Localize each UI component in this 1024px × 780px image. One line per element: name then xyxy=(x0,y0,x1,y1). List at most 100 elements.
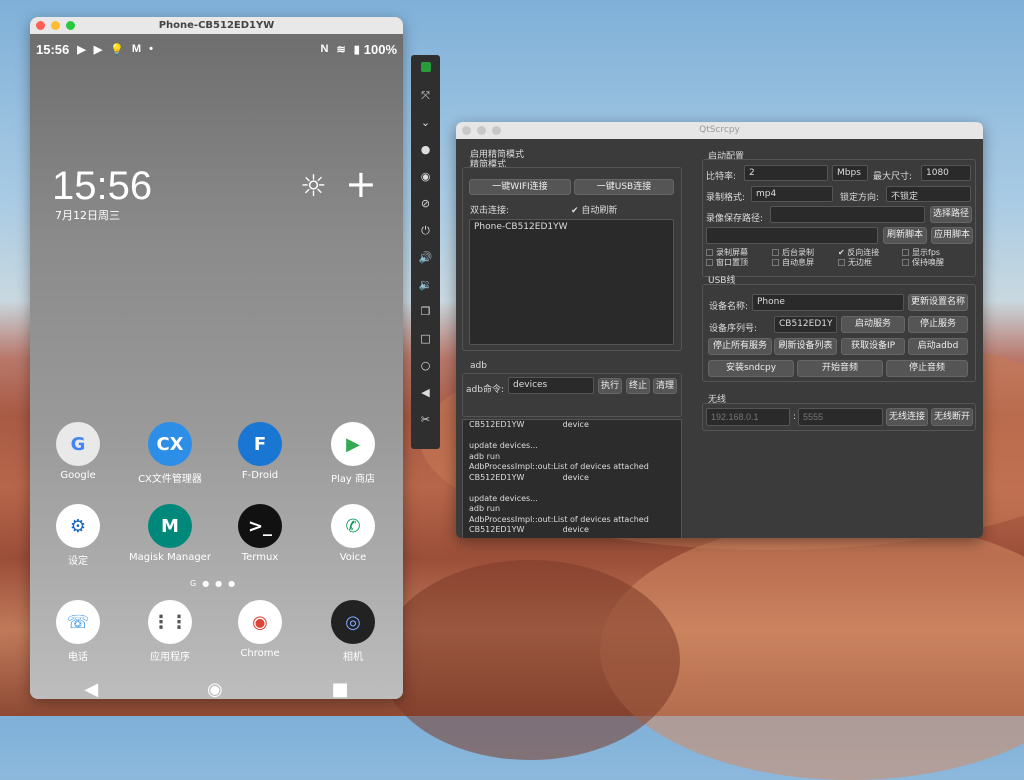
collapse-icon[interactable]: ⌄ xyxy=(411,109,440,136)
adb-cmd-label: adb命令: xyxy=(466,385,504,395)
volume-down-icon[interactable]: 🔉 xyxy=(411,271,440,298)
minimize-button[interactable] xyxy=(477,126,486,135)
copy-icon[interactable]: ❐ xyxy=(411,298,440,325)
app-icon-0[interactable]: G Google xyxy=(36,422,120,481)
app-label: Termux xyxy=(241,552,279,563)
lock-direction-select[interactable]: 不锁定 xyxy=(886,186,971,202)
app-icon-1[interactable]: CX CX文件管理器 xyxy=(128,422,212,485)
update-name-button[interactable]: 更新设置名称 xyxy=(908,294,968,311)
stop-audio-button[interactable]: 停止音频 xyxy=(886,360,968,377)
eye-icon[interactable]: ◉ xyxy=(411,163,440,190)
adb-log-output[interactable]: CB512ED1YW device update devices... adb … xyxy=(462,419,682,538)
auto-refresh-checkbox[interactable]: ✔ 自动刷新 xyxy=(571,203,617,216)
device-list[interactable]: Phone-CB512ED1YW xyxy=(469,219,674,345)
recents-icon[interactable]: ■ xyxy=(332,679,349,699)
ip-input[interactable] xyxy=(706,408,790,426)
window-on-top-checkbox[interactable]: 窗口置顶 xyxy=(706,257,748,268)
app-icon-3[interactable]: ▶ Play 商店 xyxy=(311,422,395,485)
app-icon-5[interactable]: M Magisk Manager xyxy=(128,504,212,563)
minimize-button[interactable] xyxy=(51,21,60,30)
bitrate-input[interactable]: 2 xyxy=(744,165,828,181)
qtscrcpy-window[interactable]: QtScrcpy 启用精简模式 精简模式 一键WIFI连接 一键USB连接 双击… xyxy=(456,122,983,538)
app-icon-6[interactable]: >_ Termux xyxy=(218,504,302,563)
wireless-connect-button[interactable]: 无线连接 xyxy=(886,408,928,426)
app-glyph-icon: ◎ xyxy=(331,600,375,644)
clear-button[interactable]: 清理 xyxy=(653,378,677,394)
eye-off-icon[interactable]: ⊘ xyxy=(411,190,440,217)
device-name-input[interactable]: Phone xyxy=(752,294,904,311)
check-icon: ✔ xyxy=(838,248,845,257)
app-icon-4[interactable]: ⚙ 设定 xyxy=(36,504,120,567)
record-icon[interactable]: ● xyxy=(411,136,440,163)
stop-button[interactable]: 终止 xyxy=(626,378,650,394)
double-click-label: 双击连接: xyxy=(470,206,510,216)
volume-up-icon[interactable]: 🔊 xyxy=(411,244,440,271)
phone-title-bar[interactable]: Phone-CB512ED1YW xyxy=(30,17,403,34)
app-glyph-icon: ◉ xyxy=(238,600,282,644)
app-label: 相机 xyxy=(343,652,363,663)
app-icon-7[interactable]: ✆ Voice xyxy=(311,504,395,563)
circle-icon[interactable]: ○ xyxy=(411,352,440,379)
app-label: 电话 xyxy=(68,652,88,663)
phone-screen[interactable]: 15:56 ▶ ▶ 💡 M • N ≋ ▮ 100% 15:56 7月12日周三… xyxy=(30,34,403,699)
fullscreen-icon[interactable]: ⤧ xyxy=(411,82,440,109)
install-sndcpy-button[interactable]: 安装sndcpy xyxy=(708,360,794,377)
script-select[interactable] xyxy=(706,227,878,244)
back-icon[interactable]: ◀ xyxy=(84,679,98,699)
bitrate-unit-select[interactable]: Mbps xyxy=(832,165,868,181)
app-icon-10[interactable]: ◉ Chrome xyxy=(218,600,302,659)
back-arrow-icon[interactable]: ◀ xyxy=(411,379,440,406)
record-format-select[interactable]: mp4 xyxy=(751,186,833,202)
select-path-button[interactable]: 选择路径 xyxy=(930,206,972,223)
app-icon-11[interactable]: ◎ 相机 xyxy=(311,600,395,663)
home-icon[interactable]: ◉ xyxy=(207,679,223,699)
keep-awake-checkbox[interactable]: 保持唤醒 xyxy=(902,257,944,268)
port-input[interactable] xyxy=(798,408,883,426)
app-icon-2[interactable]: F F-Droid xyxy=(218,422,302,481)
wireless-disconnect-button[interactable]: 无线断开 xyxy=(931,408,973,426)
refresh-script-button[interactable]: 刷新脚本 xyxy=(883,227,927,244)
app-icon-9[interactable]: ⋮⋮ 应用程序 xyxy=(128,600,212,663)
green-status-icon[interactable] xyxy=(411,55,440,82)
checkbox-label: 反向连接 xyxy=(847,248,880,257)
get-ip-button[interactable]: 获取设备IP xyxy=(841,338,905,355)
youtube-icon-2: ▶ xyxy=(93,43,103,56)
add-widget-icon[interactable]: + xyxy=(345,162,377,206)
max-size-select[interactable]: 1080 xyxy=(921,165,971,181)
check-icon: ✔ xyxy=(571,206,582,216)
refresh-devices-button[interactable]: 刷新设备列表 xyxy=(774,338,837,355)
bitrate-unit-value: Mbps xyxy=(837,168,861,178)
app-label: Magisk Manager xyxy=(129,552,211,563)
start-adbd-button[interactable]: 启动adbd xyxy=(908,338,968,355)
start-server-button[interactable]: 启动服务 xyxy=(841,316,905,333)
device-list-item[interactable]: Phone-CB512ED1YW xyxy=(474,222,568,232)
checkbox-label: 后台录制 xyxy=(782,248,814,257)
start-audio-button[interactable]: 开始音频 xyxy=(797,360,883,377)
execute-button[interactable]: 执行 xyxy=(598,378,622,394)
usb-connect-button[interactable]: 一键USB连接 xyxy=(574,179,674,195)
power-icon[interactable]: ⏻ xyxy=(411,217,440,244)
status-time: 15:56 xyxy=(36,41,70,57)
wifi-connect-button[interactable]: 一键WIFI连接 xyxy=(469,179,571,195)
apply-script-button[interactable]: 应用脚本 xyxy=(931,227,973,244)
phone-window[interactable]: Phone-CB512ED1YW 15:56 ▶ ▶ 💡 M • N ≋ ▮ 1… xyxy=(30,17,403,699)
zoom-button[interactable] xyxy=(492,126,501,135)
close-button[interactable] xyxy=(36,21,45,30)
app-glyph-icon: ✆ xyxy=(331,504,375,548)
stop-all-button[interactable]: 停止所有服务 xyxy=(708,338,772,355)
square-icon[interactable]: □ xyxy=(411,325,440,352)
frameless-checkbox[interactable]: 无边框 xyxy=(838,257,872,268)
auto-screen-off-checkbox[interactable]: 自动息屏 xyxy=(772,257,814,268)
app-label: 应用程序 xyxy=(150,652,190,663)
app-icon-8[interactable]: ☏ 电话 xyxy=(36,600,120,663)
zoom-button[interactable] xyxy=(66,21,75,30)
lock-direction-label: 锁定方向: xyxy=(840,193,880,203)
weather-sun-icon[interactable]: ☼ xyxy=(300,169,327,204)
serial-select[interactable]: CB512ED1Y xyxy=(774,316,837,333)
close-button[interactable] xyxy=(462,126,471,135)
stop-server-button[interactable]: 停止服务 xyxy=(908,316,968,333)
save-path-input[interactable] xyxy=(770,206,925,223)
adb-command-input[interactable]: devices xyxy=(508,377,594,394)
qtscrcpy-title-bar[interactable]: QtScrcpy xyxy=(456,122,983,139)
scissors-icon[interactable]: ✂ xyxy=(411,406,440,433)
